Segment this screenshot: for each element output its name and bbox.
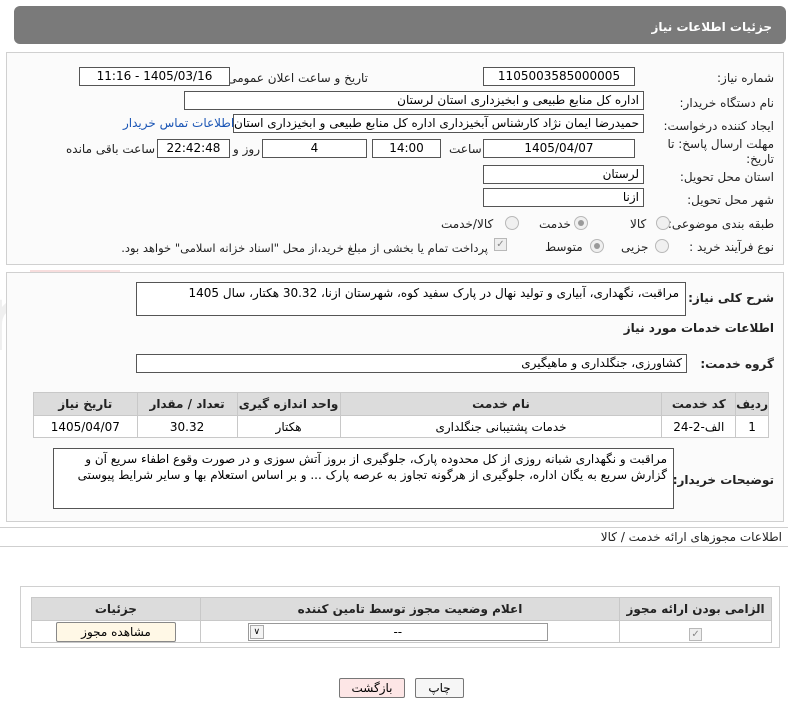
- deadline-date-label: تاریخ:: [746, 152, 774, 166]
- buyer-org-field: اداره کل منابع طبیعی و ابخیزداری استان ل…: [184, 91, 644, 110]
- permits-heading: اطلاعات مجوزهای ارائه خدمت / کالا: [600, 530, 782, 544]
- need-number-label: شماره نیاز:: [717, 71, 774, 85]
- col-unit: واحد اندازه گیری: [236, 392, 341, 416]
- deadline-time-label: ساعت: [449, 142, 482, 156]
- remaining-time-label: ساعت باقی مانده: [66, 142, 156, 156]
- permit-required-checkbox[interactable]: ✓: [689, 628, 703, 641]
- service-group-label: گروه خدمت:: [700, 357, 774, 371]
- buyer-notes-field: مراقبت و نگهداری شبانه روزی از کل محدوده…: [53, 448, 674, 509]
- category-service-label: خدمت: [539, 217, 571, 231]
- announce-datetime-field: 1405/03/16 - 11:16: [79, 67, 230, 86]
- category-goods-service-label: کالا/خدمت: [441, 217, 494, 231]
- row-name: خدمات پشتیبانی جنگلداری: [339, 415, 663, 438]
- delivery-province-field: لرستان: [483, 165, 644, 184]
- print-button[interactable]: چاپ: [415, 678, 464, 698]
- services-table: ردیف کد خدمت نام خدمت واحد اندازه گیری ت…: [33, 392, 769, 438]
- chevron-down-icon: ∨: [249, 625, 264, 639]
- col-permit-details: جزئیات: [31, 597, 201, 621]
- row-qty: 30.32: [136, 415, 238, 438]
- permit-status-select[interactable]: -- ∨: [247, 623, 548, 641]
- delivery-city-label: شهر محل تحویل:: [687, 193, 774, 207]
- deadline-label: مهلت ارسال پاسخ: تا: [667, 137, 774, 151]
- services-heading: اطلاعات خدمات مورد نیاز: [623, 321, 774, 335]
- permits-table: الزامی بودن ارائه مجوز اعلام وضعیت مجوز …: [31, 597, 772, 643]
- buyer-notes-label: توضیحات خریدار:: [672, 473, 774, 487]
- delivery-province-label: استان محل تحویل:: [679, 170, 774, 184]
- page-title: جزئیات اطلاعات نیاز: [14, 6, 786, 44]
- divider: [0, 546, 788, 547]
- treasury-payment-note: پرداخت تمام یا بخشی از مبلغ خرید،از محل …: [121, 241, 488, 255]
- view-permit-button[interactable]: مشاهده مجوز: [56, 622, 176, 642]
- col-qty: تعداد / مقدار: [136, 392, 238, 416]
- buyer-org-label: نام دستگاه خریدار:: [679, 96, 775, 110]
- deadline-date-field: 1405/04/07: [483, 139, 635, 158]
- announce-datetime-label: تاریخ و ساعت اعلان عمومی:: [223, 71, 368, 85]
- divider: [0, 527, 788, 528]
- process-minor-radio[interactable]: [655, 239, 669, 253]
- col-name: نام خدمت: [339, 392, 663, 416]
- buyer-contact-link[interactable]: اطلاعات تماس خریدار: [123, 116, 234, 130]
- category-goods-service-radio[interactable]: [505, 216, 519, 230]
- permits-table-header: الزامی بودن ارائه مجوز اعلام وضعیت مجوز …: [31, 597, 772, 621]
- col-date: تاریخ نیاز: [33, 392, 138, 416]
- deadline-time-field: 14:00: [372, 139, 441, 158]
- row-date: 1405/04/07: [33, 415, 138, 438]
- services-table-header: ردیف کد خدمت نام خدمت واحد اندازه گیری ت…: [33, 392, 769, 416]
- days-label: روز و: [233, 142, 260, 156]
- permit-status-cell: -- ∨: [199, 620, 621, 643]
- purchase-process-label: نوع فرآیند خرید :: [689, 240, 774, 254]
- process-medium-radio[interactable]: [590, 239, 604, 253]
- permit-details-cell: مشاهده مجوز: [31, 620, 201, 643]
- col-code: کد خدمت: [661, 392, 737, 416]
- col-permit-required: الزامی بودن ارائه مجوز: [619, 597, 772, 621]
- title-bar: جزئیات اطلاعات نیاز: [0, 0, 788, 48]
- permit-required-cell: ✓: [619, 620, 772, 643]
- remaining-days-field: 4: [262, 139, 367, 158]
- category-label: طبقه بندی موضوعی:: [667, 217, 774, 231]
- col-permit-status: اعلام وضعیت مجوز توسط تامین کننده: [199, 597, 621, 621]
- row-code: الف-2-24: [661, 415, 737, 438]
- creator-field: حمیدرضا ایمان نژاد کارشناس آبخیزداری ادا…: [233, 114, 644, 133]
- process-minor-label: جزیی: [621, 240, 649, 254]
- delivery-city-field: ازنا: [483, 188, 644, 207]
- category-goods-label: کالا: [630, 217, 647, 231]
- need-summary-label: شرح کلی نیاز:: [688, 291, 774, 305]
- category-goods-radio[interactable]: [656, 216, 670, 230]
- treasury-payment-checkbox[interactable]: ✓: [494, 238, 507, 251]
- table-row: ✓ -- ∨ مشاهده مجوز: [31, 620, 772, 643]
- back-button[interactable]: بازگشت: [339, 678, 405, 698]
- col-row: ردیف: [735, 392, 769, 416]
- process-medium-label: متوسط: [545, 240, 583, 254]
- creator-label: ایجاد کننده درخواست:: [663, 119, 774, 133]
- row-index: 1: [735, 415, 769, 438]
- permit-status-value: --: [393, 625, 403, 639]
- service-group-field: کشاورزی، جنگلداری و ماهیگیری: [136, 354, 687, 373]
- need-summary-field: مراقبت، نگهداری، آبیاری و تولید نهال در …: [136, 282, 686, 316]
- table-row: 1 الف-2-24 خدمات پشتیبانی جنگلداری هکتار…: [33, 415, 769, 438]
- category-service-radio[interactable]: [574, 216, 588, 230]
- need-number-field: 1105003585000005: [483, 67, 635, 86]
- row-unit: هکتار: [236, 415, 341, 438]
- remaining-time-field: 22:42:48: [157, 139, 230, 158]
